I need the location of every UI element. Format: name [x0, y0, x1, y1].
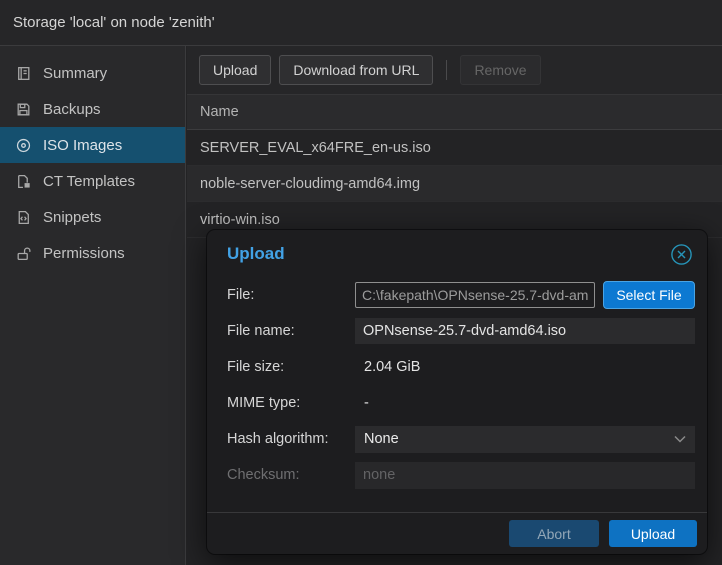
sidebar-item-iso-images[interactable]: ISO Images — [0, 127, 185, 163]
hash-algorithm-row: Hash algorithm: None — [227, 426, 695, 452]
remove-button: Remove — [460, 55, 540, 85]
upload-dialog-body: File: Select File File name: OPNsense-25… — [207, 278, 707, 488]
download-from-url-button[interactable]: Download from URL — [279, 55, 433, 85]
sidebar-item-summary[interactable]: Summary — [0, 55, 185, 91]
file-label: File: — [227, 287, 355, 303]
sidebar-item-permissions[interactable]: Permissions — [0, 235, 185, 271]
upload-dialog: Upload File: Select File File name: OPNs… — [207, 230, 707, 554]
checksum-label: Checksum: — [227, 467, 355, 483]
window-title-bar: Storage 'local' on node 'zenith' — [0, 0, 722, 46]
sidebar-item-label: ISO Images — [43, 137, 122, 154]
checksum-row: Checksum: — [227, 462, 695, 488]
hash-algorithm-label: Hash algorithm: — [227, 431, 355, 447]
notebook-icon — [15, 65, 32, 82]
sidebar-item-backups[interactable]: Backups — [0, 91, 185, 127]
chevron-down-icon — [674, 435, 686, 443]
sidebar-item-label: Backups — [43, 101, 101, 118]
page-title: Storage 'local' on node 'zenith' — [13, 14, 215, 31]
file-size-value: 2.04 GiB — [355, 359, 420, 375]
toolbar-separator — [446, 60, 447, 80]
code-file-icon — [15, 209, 32, 226]
file-name-row: File name: OPNsense-25.7-dvd-amd64.iso — [227, 318, 695, 344]
sidebar-item-label: Permissions — [43, 245, 125, 262]
file-size-row: File size: 2.04 GiB — [227, 354, 695, 380]
select-file-button[interactable]: Select File — [603, 281, 695, 309]
mime-type-row: MIME type: - — [227, 390, 695, 416]
iso-file-name: SERVER_EVAL_x64FRE_en-us.iso — [200, 140, 431, 156]
dialog-title: Upload — [227, 244, 285, 264]
checksum-input — [355, 462, 695, 489]
floppy-icon — [15, 101, 32, 118]
iso-file-name: virtio-win.iso — [200, 212, 280, 228]
column-header-name[interactable]: Name — [187, 95, 722, 130]
storage-sidebar: Summary Backups ISO Images CT Templates … — [0, 46, 186, 565]
file-name-field[interactable]: OPNsense-25.7-dvd-amd64.iso — [355, 318, 695, 344]
mime-type-label: MIME type: — [227, 395, 355, 411]
hash-algorithm-value: None — [364, 431, 399, 447]
file-name-label: File name: — [227, 323, 355, 339]
abort-button: Abort — [509, 520, 599, 547]
sidebar-item-label: Snippets — [43, 209, 101, 226]
unlock-icon — [15, 245, 32, 262]
iso-file-name: noble-server-cloudimg-amd64.img — [200, 176, 420, 192]
file-row: File: Select File — [227, 282, 695, 308]
disc-icon — [15, 137, 32, 154]
table-row[interactable]: SERVER_EVAL_x64FRE_en-us.iso — [187, 130, 722, 166]
sidebar-item-label: CT Templates — [43, 173, 135, 190]
toolbar: Upload Download from URL Remove — [187, 46, 722, 95]
sidebar-item-label: Summary — [43, 65, 107, 82]
upload-button[interactable]: Upload — [199, 55, 271, 85]
file-size-label: File size: — [227, 359, 355, 375]
close-icon[interactable] — [670, 243, 693, 266]
hash-algorithm-select[interactable]: None — [355, 426, 695, 453]
sidebar-item-snippets[interactable]: Snippets — [0, 199, 185, 235]
table-row[interactable]: noble-server-cloudimg-amd64.img — [187, 166, 722, 202]
upload-dialog-header: Upload — [207, 230, 707, 278]
mime-type-value: - — [355, 395, 369, 411]
file-path-input[interactable] — [355, 282, 595, 308]
upload-dialog-footer: Abort Upload — [207, 512, 707, 554]
file-cube-icon — [15, 173, 32, 190]
dialog-upload-button[interactable]: Upload — [609, 520, 697, 547]
sidebar-item-ct-templates[interactable]: CT Templates — [0, 163, 185, 199]
